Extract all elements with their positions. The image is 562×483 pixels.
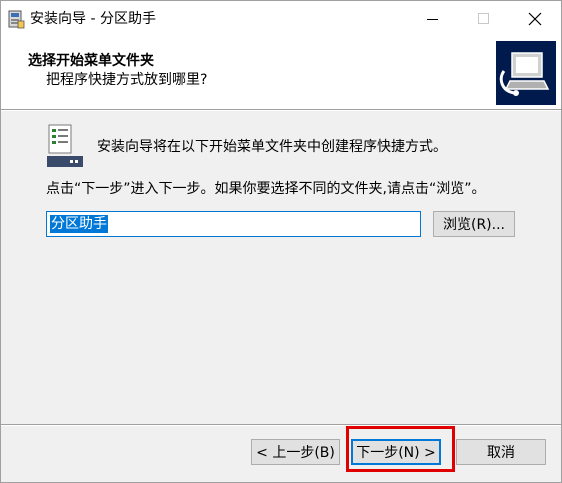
header-divider-highlight	[1, 110, 561, 111]
footer-divider-highlight	[1, 425, 561, 426]
next-button[interactable]: 下一步(N) >	[351, 439, 441, 465]
maximize-icon	[478, 13, 489, 24]
computer-install-icon	[496, 41, 556, 105]
start-menu-folder-icon	[46, 124, 84, 169]
close-icon	[528, 12, 542, 26]
window-title: 安装向导 - 分区助手	[30, 11, 156, 27]
cancel-button[interactable]: 取消	[456, 439, 546, 465]
minimize-button[interactable]	[409, 1, 457, 37]
browse-button[interactable]: 浏览(R)...	[433, 211, 515, 237]
close-button[interactable]	[511, 1, 559, 37]
maximize-button[interactable]	[460, 1, 508, 37]
back-button[interactable]: < 上一步(B)	[251, 439, 340, 465]
installer-window: 安装向导 - 分区助手 选择开始菜单文件夹 把程序快捷方式放到哪里? 安装向导将…	[0, 0, 562, 483]
wizard-header: 选择开始菜单文件夹 把程序快捷方式放到哪里?	[1, 37, 561, 109]
title-bar[interactable]: 安装向导 - 分区助手	[1, 1, 561, 37]
start-menu-folder-input[interactable]	[46, 211, 421, 237]
page-subtitle: 把程序快捷方式放到哪里?	[46, 72, 208, 88]
instruction-text: 点击“下一步”进入下一步。如果你要选择不同的文件夹,请点击“浏览”。	[46, 181, 486, 197]
minimize-icon	[427, 19, 438, 20]
info-text: 安装向导将在以下开始菜单文件夹中创建程序快捷方式。	[97, 139, 447, 155]
header-image	[496, 41, 556, 105]
page-title: 选择开始菜单文件夹	[28, 53, 154, 69]
installer-icon	[8, 10, 25, 29]
